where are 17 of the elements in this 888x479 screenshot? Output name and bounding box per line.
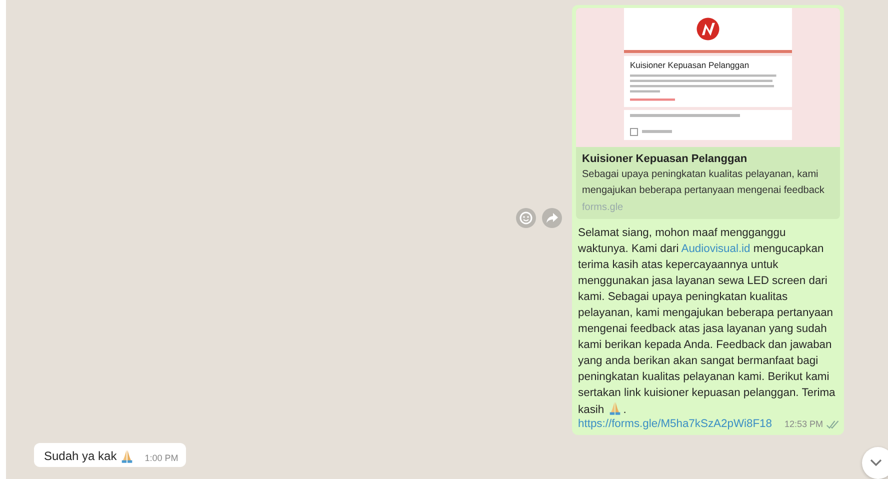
link[interactable]: https://forms.gle/M5ha7kSzA2pWi8F18 <box>576 418 772 430</box>
link[interactable]: Audiovisual.id <box>681 243 750 255</box>
message-time: 1:00 PM <box>144 453 178 463</box>
link-preview[interactable]: Kuisioner Kepuasan Pelanggan Kuisioner Kepuasan Pelanggan Sebagai upaya peningkatan kualitas pelayanan, kami mengajukan beberapa pertanyaan mengenai feedback forms.gle <box>576 8 840 219</box>
chevron-down-icon <box>870 459 882 467</box>
smiley-icon[interactable] <box>516 208 536 228</box>
scroll-down-button[interactable] <box>862 447 888 479</box>
logo-icon <box>695 16 721 42</box>
message-text: Selamat siang, mohon maaf mengganggu waktunya. Kami dari Audiovisual.id mengucapkan terima kasih atas kepercayaannya untuk menggunakan jasa layanan sewa LED screen dari kami. Sebagai upaya peningkatan kualitas pelayanan, kami mengajukan beberapa pertanyaan mengenai feedback atas jasa layanan yang sudah kami berikan kepada Anda. Feedback dan jawaban yang anda berikan akan sangat bermanfaat bagi peningkatan kualitas pelayanan kami. Berikut kami sertakan link kuisioner kepuasan pelanggan. Terima kasih . <box>578 226 836 418</box>
preview-title: Kuisioner Kepuasan Pelanggan <box>582 153 748 165</box>
message-time: 12:53 PM <box>784 419 823 429</box>
form-title: Kuisioner Kepuasan Pelanggan <box>630 60 750 70</box>
preview-domain: forms.gle <box>582 202 624 213</box>
praying-hands-icon <box>609 401 622 415</box>
message-text: Sudah ya kak <box>44 449 117 463</box>
forward-icon[interactable] <box>542 208 562 228</box>
preview-description: Sebagai upaya peningkatan kualitas pelayanan, kami mengajukan beberapa pertanyaan mengenai feedback <box>582 168 826 198</box>
